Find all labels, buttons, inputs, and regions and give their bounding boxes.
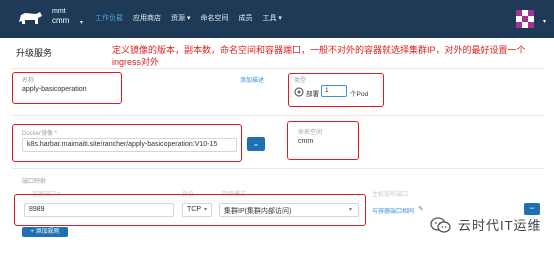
same-as-container-port-link[interactable]: 与容器端口相同 (372, 206, 414, 215)
nav-workloads[interactable]: 工作负载 (95, 13, 123, 27)
main-nav: 工作负载 应用商店 资源 ▾ 命名空间 成员 工具 ▾ (95, 13, 282, 27)
highlight-box-name (12, 72, 122, 104)
nav-tools[interactable]: 工具 ▾ (262, 13, 281, 27)
highlight-box-scale (288, 73, 384, 107)
highlight-box-ports (14, 194, 366, 226)
nav-members[interactable]: 成员 (238, 13, 252, 27)
cluster-name: mmt (52, 8, 66, 15)
add-rule-button[interactable]: + 添加规则 (22, 227, 68, 237)
plus-icon: + (30, 229, 34, 235)
watermark-text: 云时代IT运维 (458, 218, 542, 233)
chevron-down-icon: ⌄ (252, 139, 260, 148)
top-nav-bar: mmt cmm ▾ 工作负载 应用商店 资源 ▾ 命名空间 成员 工具 ▾ ▾ (0, 0, 554, 38)
divider (12, 68, 544, 69)
highlight-box-image (12, 124, 242, 162)
add-description-link[interactable]: 添加描述 (240, 75, 264, 84)
image-dropdown-button[interactable]: ⌄ (247, 137, 265, 151)
wechat-icon (430, 216, 451, 233)
remove-port-button[interactable]: − (524, 203, 540, 215)
nav-app-store[interactable]: 应用商店 (133, 13, 161, 27)
divider (12, 168, 544, 169)
highlight-box-namespace (287, 121, 359, 160)
port-section-label: 端口映射 (22, 179, 47, 185)
watermark: 云时代IT运维 (430, 215, 542, 234)
add-rule-label: 添加规则 (35, 229, 60, 235)
minus-icon: − (529, 203, 535, 213)
nav-namespaces[interactable]: 命名空间 (200, 13, 228, 27)
annotation-text: 定义镜像的版本，副本数，命名空间和容器端口，一般不对外的容器就选择集群IP，对外… (112, 45, 526, 67)
edit-pencil-icon[interactable]: ✎ (418, 205, 424, 213)
chevron-down-icon[interactable]: ▾ (543, 18, 546, 25)
cluster-project-switcher[interactable]: mmt cmm ▾ (52, 7, 83, 26)
page-title: 升级服务 (16, 48, 53, 58)
nav-resources[interactable]: 资源 ▾ (171, 13, 190, 27)
divider (12, 115, 544, 116)
user-avatar[interactable] (516, 10, 534, 28)
listen-port-column-header: 主机监听端口 (372, 192, 409, 198)
chevron-down-icon: ▾ (80, 20, 84, 26)
rancher-logo-icon[interactable] (16, 10, 44, 28)
project-name: cmm (52, 16, 70, 25)
